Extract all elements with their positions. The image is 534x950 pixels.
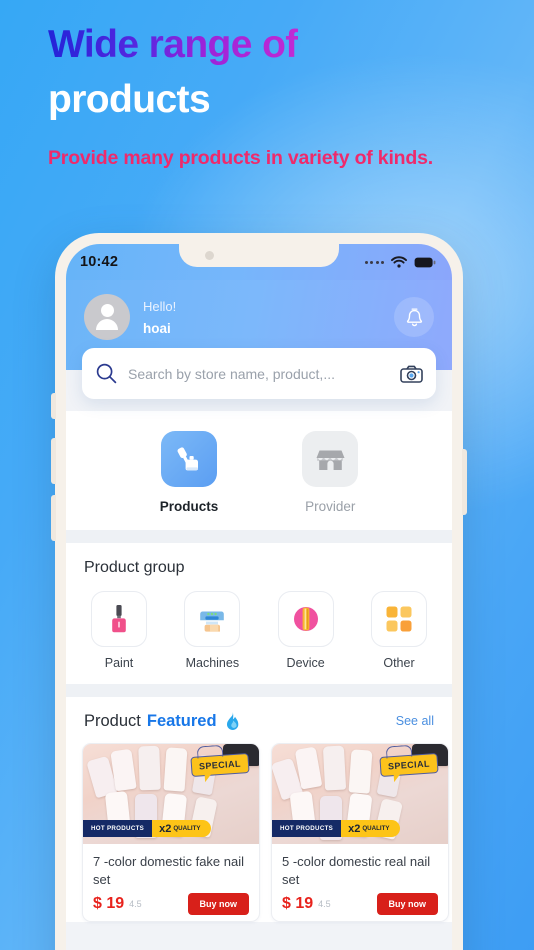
wifi-icon [391,256,407,268]
product-group-title: Product group [84,559,185,576]
featured-title-accent: Featured [146,711,217,730]
product-price: $ 19 [93,894,125,912]
search-input[interactable]: Search by store name, product,... [128,366,400,382]
front-camera-icon [205,251,214,260]
product-group-item-device[interactable]: Device [273,591,339,670]
tab-products-label: Products [159,499,219,514]
search-bar[interactable]: Search by store name, product,... [82,348,436,399]
phone-notch [179,244,339,267]
buy-now-button[interactable]: Buy now [187,892,249,915]
product-rating: 4.5 [318,898,331,909]
product-title: 5 -color domestic real nail set [282,854,431,887]
special-badge: SPECIAL [379,744,439,777]
quality-multiplier: x2 [159,822,172,835]
phone-volume-up-button [51,438,56,484]
tab-provider[interactable]: Provider [302,431,359,514]
product-badges: HOT PRODUCTS x2 QUALITY [83,820,211,837]
product-image: SPECIAL HOT PRODUCTS x2 QUALITY [272,744,448,844]
quality-badge: x2 QUALITY [152,820,211,837]
product-card[interactable]: SPECIAL HOT PRODUCTS x2 QUALITY 5 -color… [271,743,449,922]
tab-products[interactable]: Products [159,431,219,514]
bell-icon [406,307,422,326]
phone-mockup: 10:42 Hello! hoai Search by store name, … [51,233,467,950]
product-price-row: $ 19 4.5 Buy now [282,892,438,915]
product-image: SPECIAL HOT PRODUCTS x2 QUALITY [83,744,259,844]
nail-dryer-machine-icon [184,591,241,647]
phone-screen: 10:42 Hello! hoai Search by store name, … [66,244,452,950]
hot-products-badge: HOT PRODUCTS [272,820,342,837]
quality-label: QUALITY [173,825,201,832]
category-tabs-card: Products Provider [66,411,452,530]
product-price: $ 19 [282,894,314,912]
product-group-label: Device [286,656,325,670]
quality-multiplier: x2 [348,822,361,835]
search-icon [96,363,117,384]
featured-product-list: SPECIAL HOT PRODUCTS x2 QUALITY 7 -color… [66,743,452,922]
hero-section: Wide range of products Provide many prod… [48,20,518,170]
status-bar-indicators [364,256,437,268]
headline-line-2: products [48,77,211,121]
product-body: 5 -color domestic real nail set $ 19 4.5… [272,844,448,921]
greeting-block: Hello! hoai [143,299,176,336]
phone-power-button [462,449,467,515]
product-group-item-other[interactable]: Other [366,591,432,670]
quality-badge: x2 QUALITY [341,820,400,837]
phone-mute-switch [51,393,56,419]
headline-line-1: Wide range of [48,23,298,66]
product-title: 7 -color domestic fake nail set [93,854,245,887]
nail-file-device-icon [277,591,334,647]
product-group-section: Product group Paint Machines Device Othe… [66,543,452,684]
nail-polish-bottle-icon [91,591,147,647]
see-all-link[interactable]: See all [396,714,434,728]
hero-subtitle: Provide many products in variety of kind… [48,147,433,170]
badge-hook-icon [385,744,413,759]
special-badge: SPECIAL [190,744,250,777]
product-rating: 4.5 [129,898,142,909]
tab-provider-label: Provider [305,499,356,514]
quality-label: QUALITY [362,825,390,832]
section-divider-2 [66,684,452,697]
greeting-text: Hello! [143,298,177,314]
notification-button[interactable] [394,297,434,337]
battery-full-icon [414,257,436,267]
status-bar: 10:42 [66,244,452,280]
product-group-item-paint[interactable]: Paint [86,591,152,670]
section-divider [66,530,452,543]
product-group-label: Other [383,656,415,670]
search-section: Search by store name, product,... [66,348,452,399]
product-body: 7 -color domestic fake nail set $ 19 4.5… [83,844,259,921]
special-badge-label: SPECIAL [198,758,242,772]
avatar[interactable] [84,294,130,340]
buy-now-button[interactable]: Buy now [376,892,438,915]
store-icon [302,431,359,487]
status-bar-time: 10:42 [80,254,119,270]
product-group-label: Machines [185,656,240,670]
featured-section: Product Featured See all SPECIAL HOT PRO… [66,697,452,922]
featured-header: Product Featured See all [66,711,452,743]
page-title: Wide range of products [48,20,518,125]
signal-dots-icon [364,260,384,264]
nail-polish-icon [160,431,217,487]
username-text: hoai [143,320,171,336]
product-group-label: Paint [104,656,134,670]
product-group-item-machines[interactable]: Machines [179,591,245,670]
camera-icon[interactable] [400,364,423,384]
category-tabs: Products Provider [66,431,452,514]
product-card[interactable]: SPECIAL HOT PRODUCTS x2 QUALITY 7 -color… [82,743,260,922]
special-badge-label: SPECIAL [387,758,431,772]
blue-flame-icon [224,711,241,731]
hot-products-badge: HOT PRODUCTS [83,820,153,837]
product-badges: HOT PRODUCTS x2 QUALITY [272,820,400,837]
badge-hook-icon [196,744,224,759]
product-group-list: Paint Machines Device Other [66,577,452,670]
product-price-row: $ 19 4.5 Buy now [93,892,249,915]
phone-volume-down-button [51,495,56,541]
four-squares-grid-icon [370,591,427,647]
user-avatar-icon [100,304,114,317]
featured-title-plain: Product [84,711,141,730]
